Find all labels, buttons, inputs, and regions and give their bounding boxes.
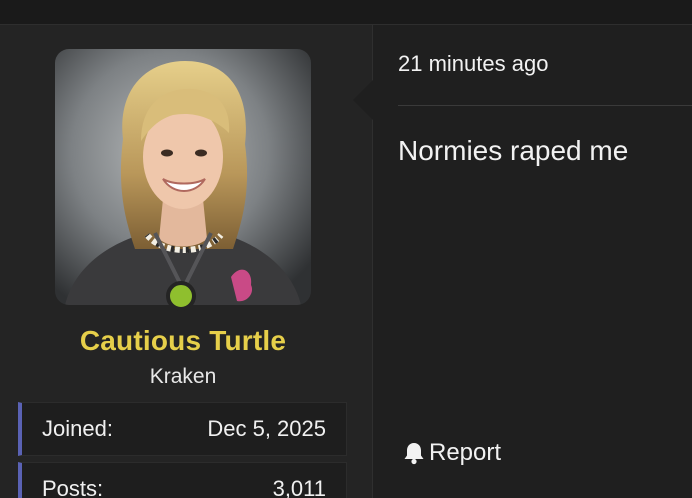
avatar-wrapper[interactable] — [55, 49, 311, 311]
stat-label: Joined: — [42, 416, 113, 441]
report-label: Report — [429, 439, 502, 466]
user-title: Kraken — [149, 365, 217, 388]
message-body: Normies raped me — [398, 135, 629, 166]
post-timestamp[interactable]: 21 minutes ago — [398, 51, 548, 77]
divider — [398, 105, 692, 106]
report-button[interactable]: Report — [403, 439, 501, 467]
stat-label: Posts: — [42, 476, 104, 498]
bell-icon — [403, 441, 425, 465]
online-status-dot — [166, 281, 196, 311]
avatar[interactable] — [55, 49, 311, 305]
post-page: Cautious Turtle Kraken Joined: Dec 5, 20… — [0, 0, 692, 498]
username[interactable]: Cautious Turtle — [0, 325, 366, 357]
avatar-image — [55, 49, 311, 305]
user-panel: Cautious Turtle Kraken Joined: Dec 5, 20… — [0, 25, 373, 498]
stat-row-posts: Posts: 3,011 — [18, 462, 347, 498]
message-panel: 21 minutes ago Normies raped me Report — [353, 25, 692, 498]
stat-value: 3,011 — [272, 476, 326, 498]
stat-value: Dec 5, 2025 — [207, 416, 326, 441]
top-strip — [0, 0, 692, 25]
message-arrow — [353, 80, 373, 120]
stat-row-joined: Joined: Dec 5, 2025 — [18, 402, 347, 456]
